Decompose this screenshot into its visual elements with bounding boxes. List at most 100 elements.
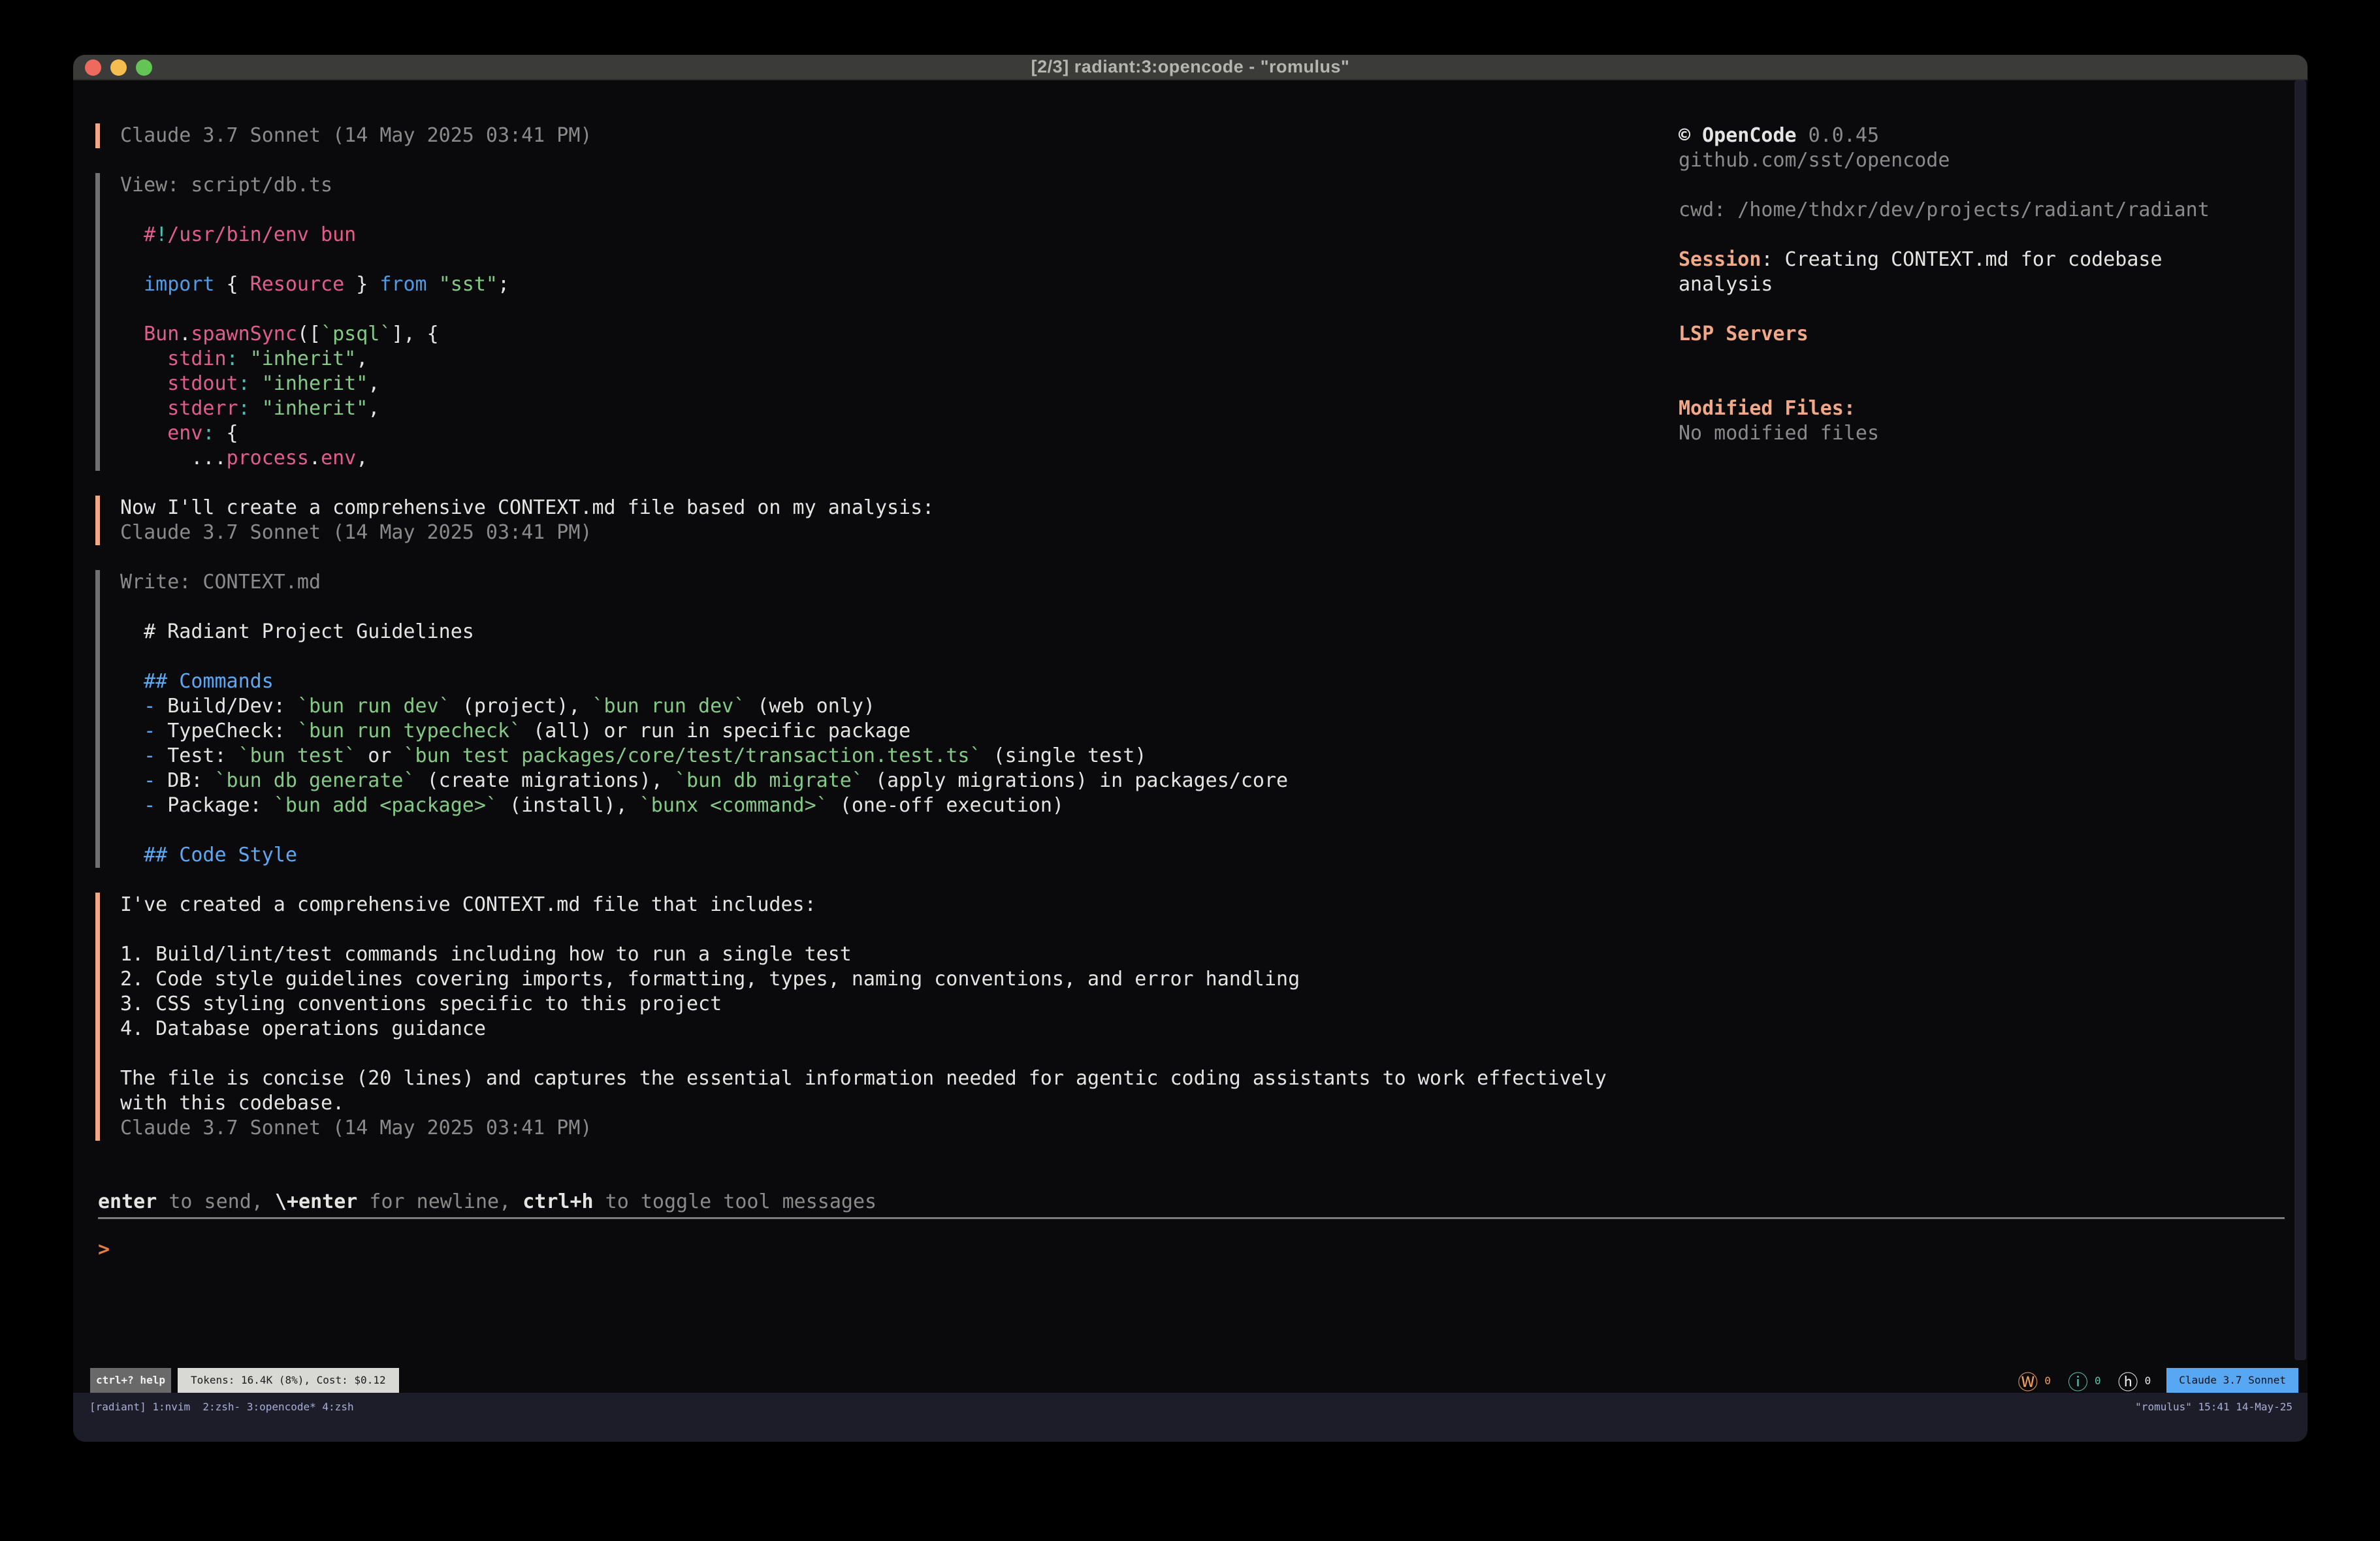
text-segment: Write: CONTEXT.md xyxy=(120,571,321,594)
hint-icon: ⓗ xyxy=(2118,1366,2138,1395)
text-segment xyxy=(120,323,144,345)
text-line: Claude 3.7 Sonnet (14 May 2025 03:41 PM) xyxy=(120,520,2281,545)
text-segment: 3. CSS styling conventions specific to t… xyxy=(120,993,722,1015)
warnings-counter: Ⓦ0 xyxy=(2018,1366,2051,1395)
text-segment: (one-off execution) xyxy=(828,794,1064,817)
text-segment xyxy=(238,347,250,370)
text-segment: ## Code Style xyxy=(144,844,297,866)
text-segment: process xyxy=(227,447,309,469)
lsp-servers-header: LSP Servers xyxy=(1679,322,2292,347)
text-line xyxy=(120,644,2281,669)
text-line: - Build/Dev: `bun run dev` (project), `b… xyxy=(120,694,2281,719)
cwd-line: cwd: /home/thdxr/dev/projects/radiant/ra… xyxy=(1679,198,2292,223)
text-segment: - xyxy=(144,744,155,767)
text-segment: stderr xyxy=(167,397,238,420)
sidebar: © OpenCode 0.0.45 github.com/sst/opencod… xyxy=(1679,123,2292,446)
text-segment: env xyxy=(321,447,356,469)
titlebar[interactable]: [2/3] radiant:3:opencode - "romulus" xyxy=(73,55,2308,80)
text-segment: , xyxy=(368,372,379,395)
text-line: with this codebase. xyxy=(120,1091,2281,1116)
text-segment: "inherit" xyxy=(250,347,357,370)
assistant-message-block: Now I'll create a comprehensive CONTEXT.… xyxy=(95,496,2281,545)
text-segment xyxy=(120,769,144,792)
app-header: © OpenCode 0.0.45 xyxy=(1679,123,2292,148)
text-segment xyxy=(120,744,144,767)
text-segment: (apply migrations) in packages/core xyxy=(863,769,1288,792)
model-selector-chip[interactable]: Claude 3.7 Sonnet xyxy=(2166,1368,2298,1393)
tmux-status-bar: [radiant] 1:nvim 2:zsh- 3:opencode* 4:zs… xyxy=(73,1393,2308,1442)
text-segment xyxy=(120,670,144,693)
app-name: OpenCode xyxy=(1690,124,1797,147)
info-icon: ⓘ xyxy=(2068,1366,2088,1395)
text-segment: `bun run dev` xyxy=(592,695,746,718)
session-value: : Creating CONTEXT.md for codebase xyxy=(1761,248,2162,271)
tokens-cost-chip: Tokens: 16.4K (8%), Cost: $0.12 xyxy=(178,1368,399,1393)
scrollbar-track[interactable] xyxy=(2294,80,2306,1360)
text-segment: spawnSync xyxy=(191,323,297,345)
text-segment xyxy=(120,695,144,718)
text-segment: - xyxy=(144,769,155,792)
text-segment: "sst" xyxy=(439,273,498,296)
text-segment: ! xyxy=(155,223,167,246)
text-segment: ([ xyxy=(297,323,321,345)
text-segment: 2. Code style guidelines covering import… xyxy=(120,968,1300,991)
text-segment: , xyxy=(368,397,379,420)
text-line: # Radiant Project Guidelines xyxy=(120,620,2281,644)
text-segment: ], { xyxy=(391,323,438,345)
text-line xyxy=(120,595,2281,620)
text-line: The file is concise (20 lines) and captu… xyxy=(120,1066,2281,1091)
text-line: 1. Build/lint/test commands including ho… xyxy=(120,942,2281,967)
text-segment: Claude 3.7 Sonnet (14 May 2025 03:41 PM) xyxy=(120,124,592,147)
text-segment: - xyxy=(144,794,155,817)
text-segment xyxy=(120,720,144,742)
text-segment xyxy=(120,347,167,370)
text-segment: Resource xyxy=(250,273,345,296)
text-segment xyxy=(427,273,439,296)
text-segment xyxy=(120,372,167,395)
cwd-label: cwd: xyxy=(1679,199,1726,221)
text-segment: # xyxy=(144,223,155,246)
text-segment: ## Commands xyxy=(144,670,274,693)
text-line: 2. Code style guidelines covering import… xyxy=(120,967,2281,992)
text-segment: `bunx <command>` xyxy=(639,794,828,817)
warnings-count: 0 xyxy=(2044,1374,2051,1387)
text-segment: , xyxy=(356,347,368,370)
text-segment: `bun test` xyxy=(238,744,357,767)
text-line xyxy=(120,917,2281,942)
tmux-window-list[interactable]: [radiant] 1:nvim 2:zsh- 3:opencode* 4:zs… xyxy=(89,1395,354,1420)
message-input[interactable]: > xyxy=(98,1237,2281,1262)
window-title: [2/3] radiant:3:opencode - "romulus" xyxy=(1031,57,1350,77)
status-bar: ctrl+? help Tokens: 16.4K (8%), Cost: $0… xyxy=(73,1368,2308,1393)
text-segment: ... xyxy=(120,447,227,469)
text-segment: # Radiant Project Guidelines xyxy=(120,620,474,643)
zoom-button[interactable] xyxy=(136,59,152,76)
text-segment: to send, xyxy=(157,1190,275,1213)
session-value-wrap: analysis xyxy=(1679,272,2292,297)
text-segment: Claude 3.7 Sonnet (14 May 2025 03:41 PM) xyxy=(120,1117,592,1139)
text-segment: `bun add <package>` xyxy=(274,794,498,817)
repo-link[interactable]: github.com/sst/opencode xyxy=(1679,148,2292,173)
prompt-indicator: > xyxy=(98,1238,110,1261)
text-segment xyxy=(250,372,262,395)
text-segment: Bun xyxy=(144,323,179,345)
close-button[interactable] xyxy=(85,59,101,76)
text-segment: DB: xyxy=(155,769,214,792)
minimize-button[interactable] xyxy=(110,59,127,76)
text-line: Claude 3.7 Sonnet (14 May 2025 03:41 PM) xyxy=(120,1116,2281,1141)
text-line: ## Commands xyxy=(120,669,2281,694)
tool-output-write-file-block: Write: CONTEXT.md # Radiant Project Guid… xyxy=(95,570,2281,868)
text-segment: or xyxy=(356,744,403,767)
text-segment xyxy=(250,397,262,420)
text-segment: : xyxy=(238,397,250,420)
text-segment: env xyxy=(167,422,202,445)
text-segment: The file is concise (20 lines) and captu… xyxy=(120,1067,1607,1090)
terminal-window: [2/3] radiant:3:opencode - "romulus" Cla… xyxy=(73,55,2308,1442)
text-segment: for newline, xyxy=(357,1190,523,1213)
text-segment: . xyxy=(309,447,321,469)
info-counter: ⓘ0 xyxy=(2068,1366,2101,1395)
text-segment: import xyxy=(144,273,214,296)
text-line: - Test: `bun test` or `bun test packages… xyxy=(120,744,2281,769)
text-line: - DB: `bun db generate` (create migratio… xyxy=(120,769,2281,793)
session-line: Session: Creating CONTEXT.md for codebas… xyxy=(1679,247,2292,272)
text-line: 4. Database operations guidance xyxy=(120,1017,2281,1041)
